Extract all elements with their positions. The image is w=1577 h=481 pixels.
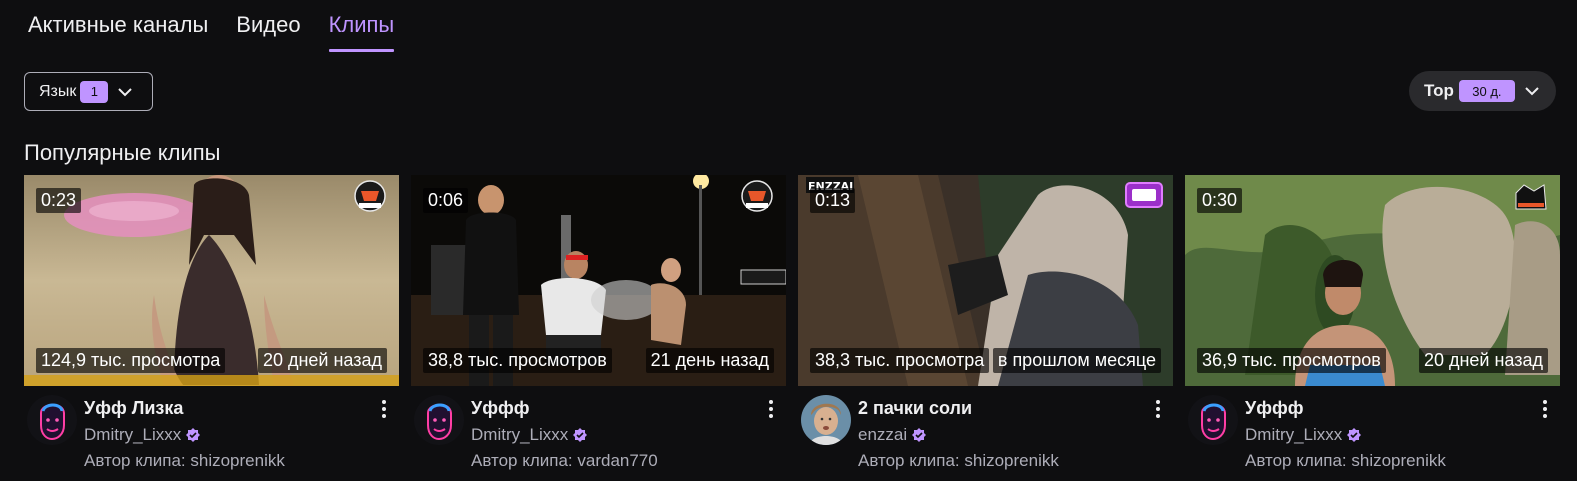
stream-goal-icon bbox=[1125, 182, 1163, 208]
clip-author-name[interactable]: vardan770 bbox=[577, 451, 657, 470]
channel-link[interactable]: enzzai bbox=[858, 425, 1059, 445]
clip-views: 124,9 тыс. просмотра bbox=[36, 348, 226, 373]
tab-videos[interactable]: Видео bbox=[236, 0, 300, 52]
clip-card: 0:30 36,9 тыс. просмотров 20 дней назад … bbox=[1185, 175, 1560, 475]
clip-author-prefix: Автор клипа: bbox=[1245, 451, 1352, 470]
clip-thumbnail[interactable]: 0:23 124,9 тыс. просмотра 20 дней назад bbox=[24, 175, 399, 386]
verified-badge-icon bbox=[186, 428, 201, 442]
clip-title[interactable]: Уффф bbox=[471, 398, 658, 419]
clip-author-name[interactable]: shizoprenikk bbox=[1351, 451, 1446, 470]
clip-thumbnail[interactable]: 0:30 36,9 тыс. просмотров 20 дней назад bbox=[1185, 175, 1560, 386]
more-options-icon[interactable] bbox=[1540, 397, 1550, 421]
clip-thumbnail[interactable]: 0:06 38,8 тыс. просмотров 21 день назад bbox=[411, 175, 786, 386]
clip-author-prefix: Автор клипа: bbox=[471, 451, 578, 470]
tab-live-channels[interactable]: Активные каналы bbox=[28, 0, 208, 52]
channel-link[interactable]: Dmitry_Lixxx bbox=[1245, 425, 1446, 445]
section-title: Популярные клипы bbox=[24, 140, 221, 165]
clip-date: 21 день назад bbox=[645, 348, 774, 373]
clip-author-prefix: Автор клипа: bbox=[84, 451, 191, 470]
more-options-icon[interactable] bbox=[1153, 397, 1163, 421]
clip-views: 38,3 тыс. просмотра bbox=[810, 348, 990, 373]
channel-avatar[interactable] bbox=[1188, 395, 1238, 445]
chevron-down-icon bbox=[118, 87, 133, 96]
sort-period-badge: 30 д. bbox=[1458, 80, 1515, 102]
clip-title[interactable]: Уфф Лизка bbox=[84, 398, 285, 419]
channel-link[interactable]: Dmitry_Lixxx bbox=[471, 425, 658, 445]
clip-title[interactable]: Уффф bbox=[1245, 398, 1446, 419]
clip-author: Автор клипа: shizoprenikk bbox=[84, 451, 285, 471]
tab-clips[interactable]: Клипы bbox=[328, 0, 394, 52]
language-filter-button[interactable]: Язык 1 bbox=[24, 72, 153, 111]
channel-name: Dmitry_Lixxx bbox=[84, 425, 182, 444]
clip-duration: 0:13 bbox=[810, 188, 856, 213]
winline-logo-icon bbox=[1515, 184, 1547, 210]
cup-logo-icon bbox=[741, 180, 773, 212]
cup-logo-icon bbox=[354, 180, 386, 212]
channel-name: Dmitry_Lixxx bbox=[471, 425, 569, 444]
chevron-down-icon bbox=[1525, 87, 1539, 96]
channel-avatar[interactable] bbox=[801, 395, 851, 445]
clip-duration: 0:30 bbox=[1197, 188, 1243, 213]
clip-views: 36,9 тыс. просмотров bbox=[1197, 348, 1386, 373]
channel-name: enzzai bbox=[858, 425, 908, 444]
verified-badge-icon bbox=[1347, 428, 1362, 442]
more-options-icon[interactable] bbox=[766, 397, 776, 421]
sort-dropdown-button[interactable]: Top 30 д. bbox=[1409, 71, 1556, 111]
clip-author-prefix: Автор клипа: bbox=[858, 451, 965, 470]
clip-author: Автор клипа: shizoprenikk bbox=[1245, 451, 1446, 471]
clip-title[interactable]: 2 пачки соли bbox=[858, 398, 1059, 419]
clip-duration: 0:23 bbox=[36, 188, 82, 213]
clip-author-name[interactable]: shizoprenikk bbox=[190, 451, 285, 470]
verified-badge-icon bbox=[573, 428, 588, 442]
more-options-icon[interactable] bbox=[379, 397, 389, 421]
clip-thumbnail[interactable]: ENZZAI 0:13 38,3 тыс. просмотра в прошло… bbox=[798, 175, 1173, 386]
channel-name: Dmitry_Lixxx bbox=[1245, 425, 1343, 444]
clip-card: ENZZAI 0:13 38,3 тыс. просмотра в прошло… bbox=[798, 175, 1173, 475]
clip-date: в прошлом месяце bbox=[992, 348, 1161, 373]
verified-badge-icon bbox=[912, 428, 927, 442]
clip-date: 20 дней назад bbox=[1418, 348, 1548, 373]
language-count-badge: 1 bbox=[80, 80, 109, 103]
clip-views: 38,8 тыс. просмотров bbox=[423, 348, 612, 373]
language-filter-label: Язык bbox=[39, 82, 77, 100]
clip-author: Автор клипа: vardan770 bbox=[471, 451, 658, 471]
sort-label: Top bbox=[1424, 81, 1454, 100]
clip-date: 20 дней назад bbox=[257, 348, 387, 373]
clip-card: 0:23 124,9 тыс. просмотра 20 дней назад … bbox=[24, 175, 399, 475]
clip-author-name[interactable]: shizoprenikk bbox=[964, 451, 1059, 470]
channel-avatar[interactable] bbox=[414, 395, 464, 445]
clip-author: Автор клипа: shizoprenikk bbox=[858, 451, 1059, 471]
channel-link[interactable]: Dmitry_Lixxx bbox=[84, 425, 285, 445]
clip-card: 0:06 38,8 тыс. просмотров 21 день назад … bbox=[411, 175, 786, 475]
clip-duration: 0:06 bbox=[423, 188, 469, 213]
tab-bar: Активные каналы Видео Клипы bbox=[28, 0, 422, 54]
channel-avatar[interactable] bbox=[27, 395, 77, 445]
